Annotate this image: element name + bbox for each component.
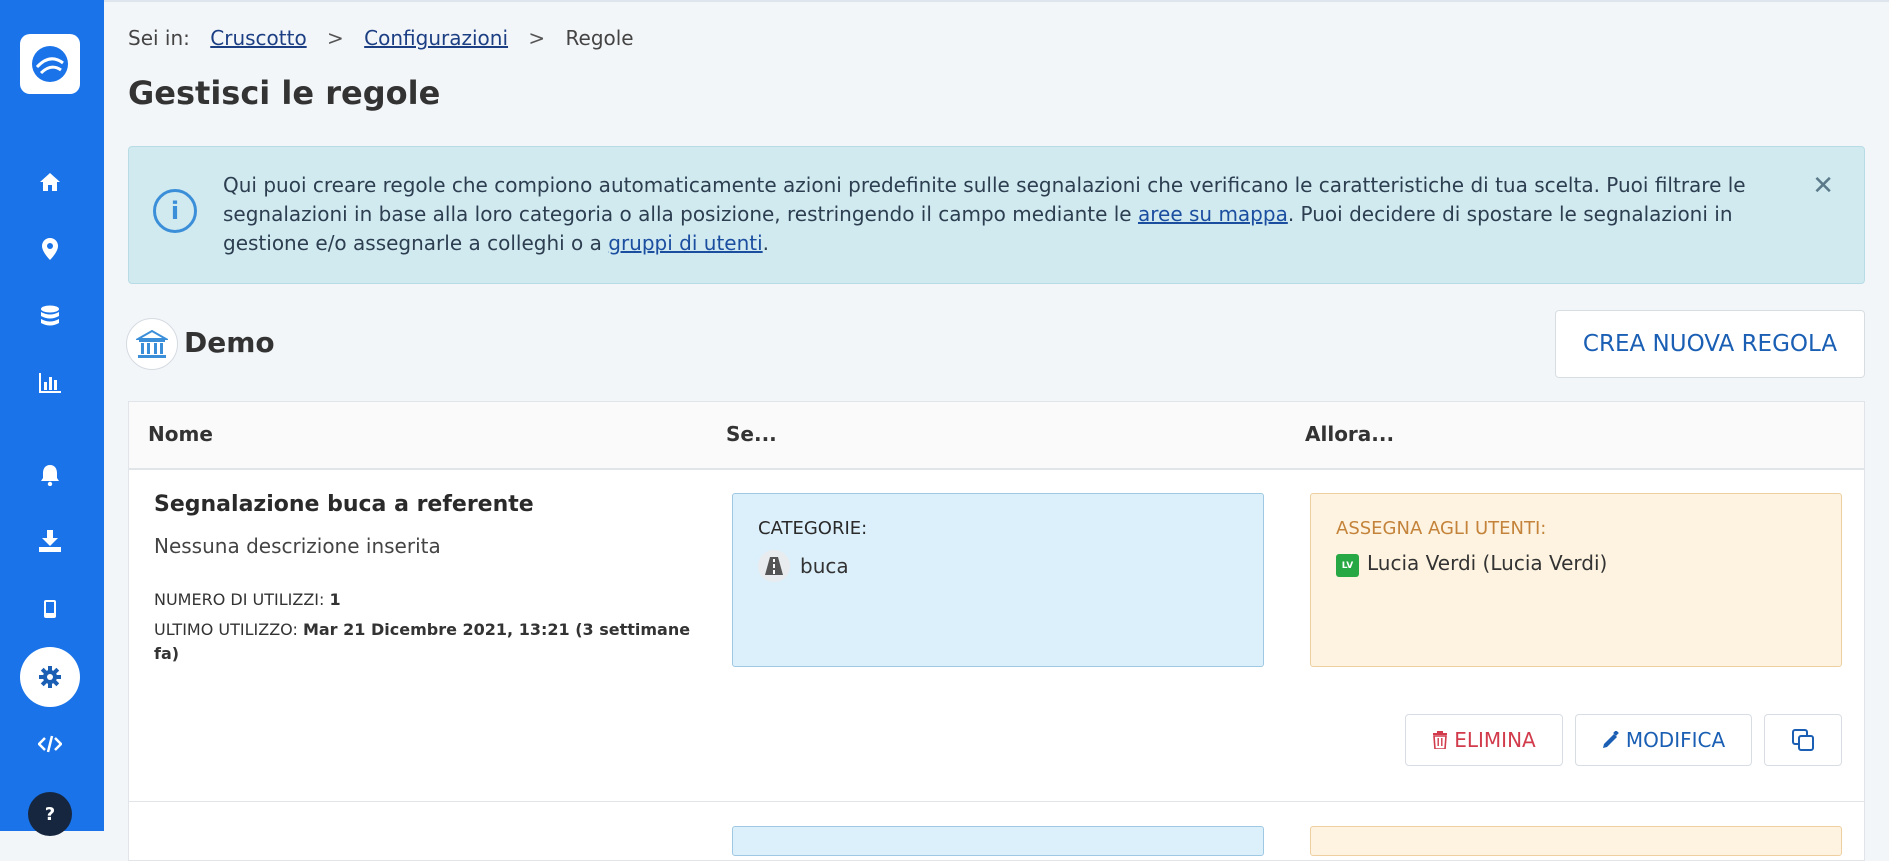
user-avatar: LV xyxy=(1336,554,1359,577)
rule-last-use: ULTIMO UTILIZZO: Mar 21 Dicembre 2021, 1… xyxy=(154,618,694,666)
map-pin-icon xyxy=(42,238,58,260)
sidebar-item-developer[interactable] xyxy=(32,726,68,762)
edit-button[interactable]: MODIFICA xyxy=(1575,714,1752,766)
rule-last-use-label: ULTIMO UTILIZZO: xyxy=(154,620,298,639)
sidebar: ? xyxy=(0,0,104,836)
chart-icon xyxy=(39,373,61,393)
action-box: ASSEGNA AGLI UTENTI: LV Lucia Verdi (Luc… xyxy=(1310,493,1842,667)
group-header: Demo CREA NUOVA REGOLA xyxy=(126,310,1865,380)
breadcrumb-separator: > xyxy=(327,26,344,50)
sidebar-item-stats[interactable] xyxy=(32,365,68,401)
sidebar-item-home[interactable] xyxy=(32,164,68,200)
home-icon xyxy=(40,173,60,191)
user-groups-link[interactable]: gruppi di utenti xyxy=(608,231,762,255)
rule-uses-label: NUMERO DI UTILIZZI: xyxy=(154,590,325,609)
info-text-part: . xyxy=(762,231,770,255)
edit-label: MODIFICA xyxy=(1625,728,1726,752)
logo-icon xyxy=(32,46,68,82)
copy-icon xyxy=(1792,729,1814,751)
code-icon xyxy=(38,735,62,753)
row-divider xyxy=(129,801,1864,802)
breadcrumb-link-dashboard[interactable]: Cruscotto xyxy=(210,26,306,50)
map-areas-link[interactable]: aree su mappa xyxy=(1138,202,1288,226)
condition-box: CATEGORIE: buca xyxy=(732,493,1264,667)
sidebar-item-notifications[interactable] xyxy=(32,457,68,493)
rule-description: Nessuna descrizione inserita xyxy=(154,534,441,558)
breadcrumb-link-configurations[interactable]: Configurazioni xyxy=(364,26,508,50)
assigned-user: Lucia Verdi (Lucia Verdi) xyxy=(1367,551,1608,575)
info-text: Qui puoi creare regole che compiono auto… xyxy=(223,171,1793,258)
condition-title: CATEGORIE: xyxy=(758,518,868,539)
sidebar-item-settings[interactable] xyxy=(20,647,80,707)
column-header-then: Allora... xyxy=(1305,422,1395,446)
delete-label: ELIMINA xyxy=(1454,728,1536,752)
info-icon: i xyxy=(153,189,197,233)
sidebar-item-mobile[interactable] xyxy=(32,591,68,627)
action-title: ASSEGNA AGLI UTENTI: xyxy=(1336,518,1547,539)
sidebar-item-download[interactable] xyxy=(32,523,68,559)
top-border xyxy=(104,0,1889,2)
column-header-name: Nome xyxy=(148,422,213,446)
create-rule-button[interactable]: CREA NUOVA REGOLA xyxy=(1555,310,1865,378)
database-icon xyxy=(41,305,59,326)
close-icon[interactable]: ✕ xyxy=(1812,171,1834,201)
download-icon xyxy=(39,530,61,552)
info-alert: i Qui puoi creare regole che compiono au… xyxy=(128,146,1865,284)
trash-icon xyxy=(1433,731,1448,749)
breadcrumb-separator: > xyxy=(528,26,546,50)
sidebar-item-map[interactable] xyxy=(32,231,68,267)
duplicate-button[interactable] xyxy=(1764,714,1842,766)
road-icon xyxy=(758,550,790,582)
breadcrumb-current: Regole xyxy=(565,26,634,50)
group-name: Demo xyxy=(184,326,275,359)
rule-name: Segnalazione buca a referente xyxy=(154,492,534,517)
page-title: Gestisci le regole xyxy=(128,74,441,112)
rule-uses-value: 1 xyxy=(329,590,341,609)
building-icon xyxy=(126,318,178,370)
rule-uses: NUMERO DI UTILIZZI: 1 xyxy=(154,588,694,612)
column-header-if: Se... xyxy=(726,422,777,446)
delete-button[interactable]: ELIMINA xyxy=(1405,714,1563,766)
bell-icon xyxy=(41,465,59,486)
pencil-icon xyxy=(1602,731,1619,748)
mobile-icon xyxy=(44,600,56,618)
sidebar-item-data[interactable] xyxy=(32,298,68,334)
table-header: Nome Se... Allora... xyxy=(129,402,1864,470)
logo[interactable] xyxy=(20,34,80,94)
gear-icon xyxy=(39,666,61,688)
help-icon[interactable]: ? xyxy=(28,792,72,836)
breadcrumb: Sei in: Cruscotto > Configurazioni > Reg… xyxy=(128,26,634,50)
condition-category: buca xyxy=(800,554,849,578)
rules-table: Nome Se... Allora... Segnalazione buca a… xyxy=(128,401,1865,861)
breadcrumb-prefix: Sei in: xyxy=(128,26,190,50)
